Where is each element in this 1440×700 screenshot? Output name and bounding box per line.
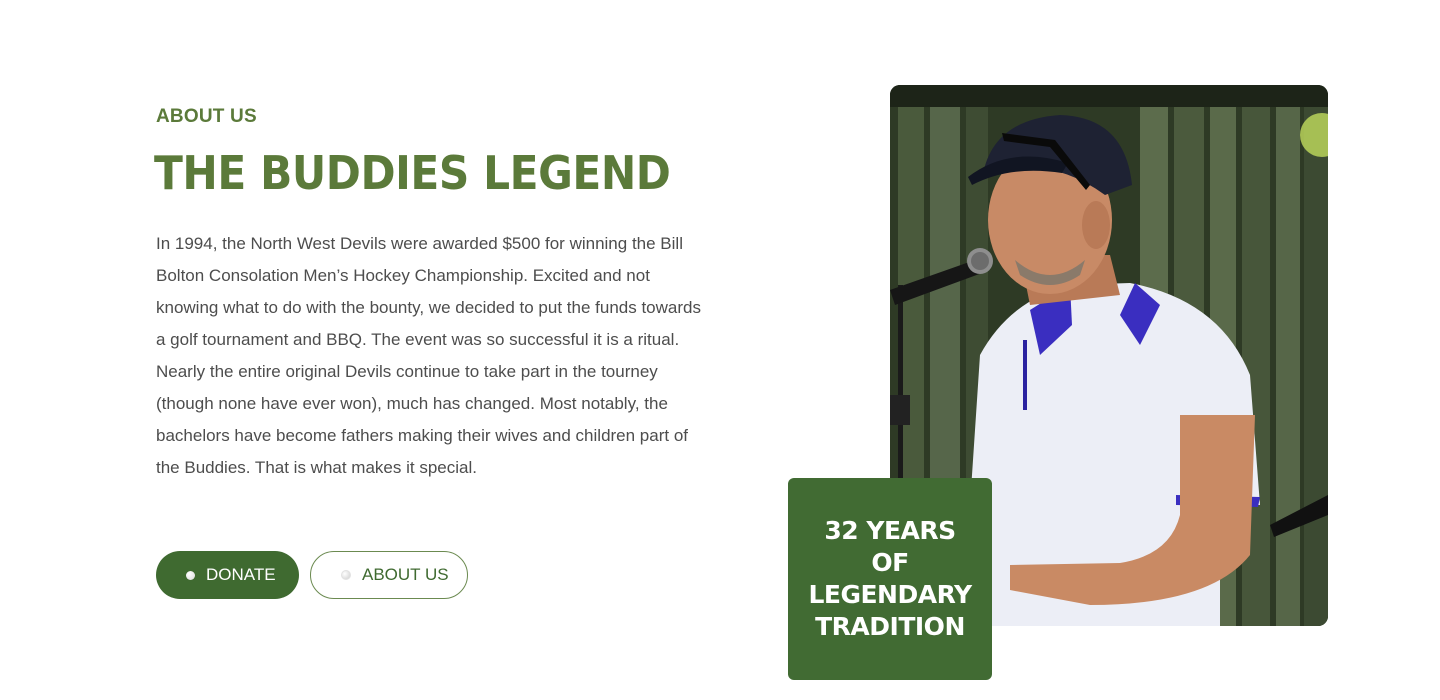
donate-button-label: DONATE (206, 565, 276, 584)
golf-ball-icon (186, 570, 195, 580)
page-title: THE BUDDIES LEGEND (154, 146, 671, 200)
donate-button[interactable]: DONATE (156, 551, 299, 599)
about-us-button[interactable]: ABOUT US (310, 551, 468, 599)
about-paragraph: In 1994, the North West Devils were awar… (156, 234, 701, 477)
golf-ball-icon (341, 570, 351, 580)
badge-text: 32 YEARS OF LEGENDARY TRADITION (808, 516, 972, 641)
about-us-button-label: ABOUT US (362, 565, 449, 584)
years-tradition-badge: 32 YEARS OF LEGENDARY TRADITION (788, 478, 992, 680)
section-eyebrow: ABOUT US (156, 106, 257, 127)
